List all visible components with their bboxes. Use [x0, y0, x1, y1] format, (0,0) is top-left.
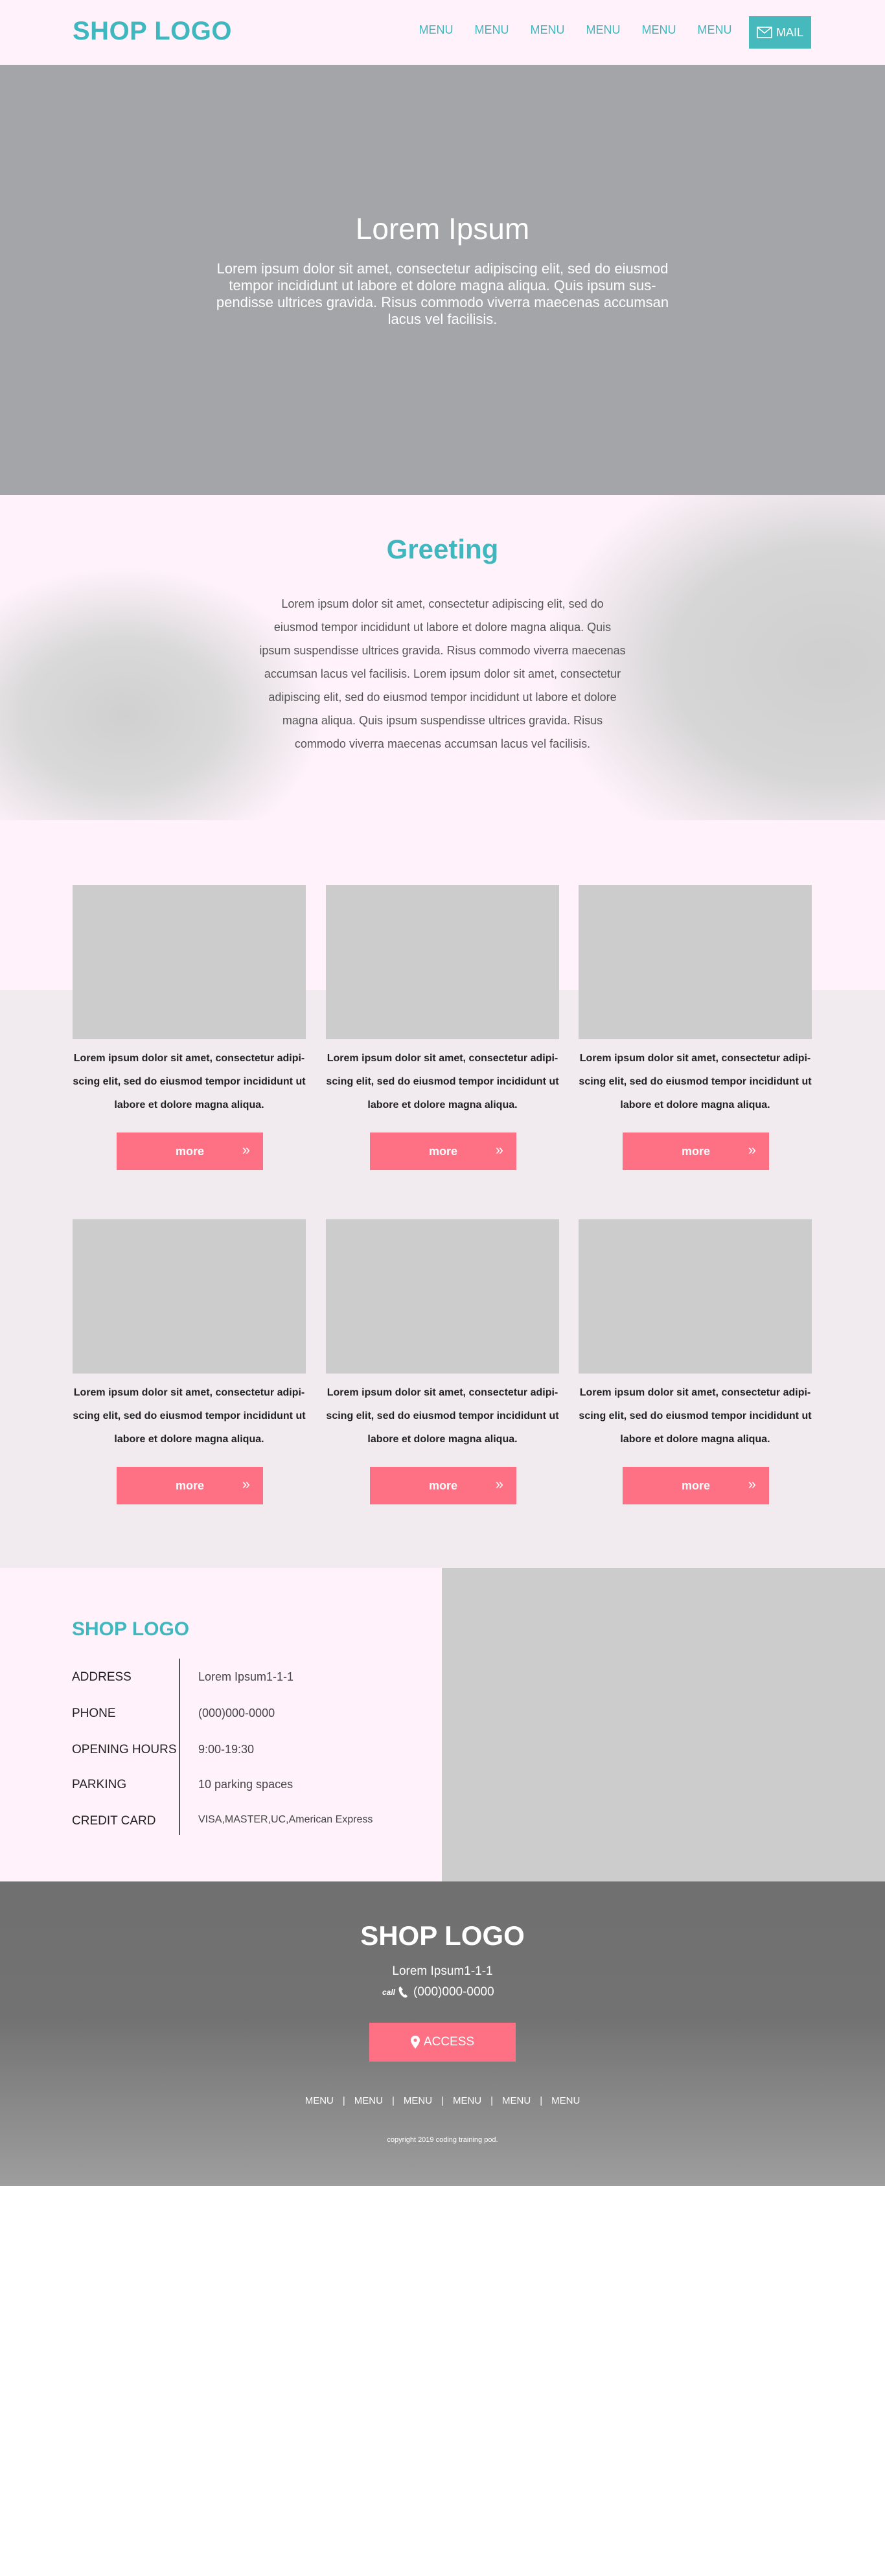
footer-phone[interactable]: call (000)000-0000: [382, 1985, 503, 1999]
shop-info-section: SHOP LOGO ADDRESS Lorem Ipsum1-1-1 PHONE…: [0, 1568, 442, 1881]
double-chevron-right-icon: »: [748, 1142, 756, 1158]
greeting-text: Lorem ipsum dolor sit amet, consectetur …: [259, 597, 626, 750]
access-label: ACCESS: [423, 2035, 475, 2049]
info-row-parking: PARKING 10 parking spaces: [72, 1778, 409, 1797]
info-row-hours: OPENING HOURS 9:00-19:30: [72, 1743, 409, 1762]
info-row-address: ADDRESS Lorem Ipsum1-1-1: [72, 1670, 409, 1690]
more-button[interactable]: more »: [117, 1467, 263, 1504]
info-label: CREDIT CARD: [72, 1814, 156, 1828]
info-label: ADDRESS: [72, 1670, 132, 1684]
card-text: Lorem ipsum dolor sit amet, consectetur …: [579, 1387, 812, 1445]
card-4: Lorem ipsum dolor sit amet, consectetur …: [73, 1219, 306, 1504]
mail-button[interactable]: MAIL: [749, 16, 811, 49]
card-2: Lorem ipsum dolor sit amet, consectetur …: [326, 885, 559, 1170]
info-label: PARKING: [72, 1778, 127, 1791]
nav-item-5[interactable]: MENU: [631, 23, 687, 37]
card-5: Lorem ipsum dolor sit amet, consectetur …: [326, 1219, 559, 1504]
call-label: call: [382, 1988, 396, 1997]
more-label: more: [175, 1144, 204, 1158]
main-nav: MENU MENU MENU MENU MENU MENU: [408, 23, 742, 37]
hero-title: Lorem Ipsum: [355, 212, 530, 246]
more-button[interactable]: more »: [623, 1467, 769, 1504]
info-value: Lorem Ipsum1-1-1: [198, 1670, 294, 1683]
nav-item-2[interactable]: MENU: [464, 23, 520, 37]
access-button[interactable]: ACCESS: [369, 2023, 516, 2062]
more-label: more: [681, 1144, 710, 1158]
footer-phone-number: (000)000-0000: [413, 1985, 494, 1999]
footer-nav-item-6[interactable]: MENU: [542, 2095, 589, 2106]
footer-logo[interactable]: SHOP LOGO: [0, 1920, 885, 1951]
phone-icon: [398, 1986, 408, 1998]
card-text: Lorem ipsum dolor sit amet, consectetur …: [326, 1387, 559, 1445]
hero-text: Lorem ipsum dolor sit amet, consectetur …: [216, 260, 669, 327]
shop-logo[interactable]: SHOP LOGO: [73, 17, 232, 46]
more-label: more: [428, 1144, 457, 1158]
more-label: more: [428, 1478, 457, 1492]
double-chevron-right-icon: »: [242, 1142, 250, 1158]
card-text: Lorem ipsum dolor sit amet, consectetur …: [73, 1053, 306, 1110]
hero-section: Lorem Ipsum Lorem ipsum dolor sit amet, …: [0, 65, 885, 495]
card-image: [579, 885, 812, 1039]
map-placeholder[interactable]: [442, 1568, 885, 1881]
greeting-section: Greeting Lorem ipsum dolor sit amet, con…: [0, 495, 885, 820]
more-button[interactable]: more »: [623, 1133, 769, 1170]
info-row-phone: PHONE (000)000-0000: [72, 1707, 409, 1726]
info-value: VISA,MASTER,UC,American Express: [198, 1814, 373, 1825]
footer-nav-item-4[interactable]: MENU: [444, 2095, 490, 2106]
info-value: 9:00-19:30: [198, 1743, 255, 1756]
more-button[interactable]: more »: [370, 1467, 516, 1504]
more-button[interactable]: more »: [370, 1133, 516, 1170]
card-image: [326, 1219, 559, 1374]
card-6: Lorem ipsum dolor sit amet, consectetur …: [579, 1219, 812, 1504]
info-label: PHONE: [72, 1707, 116, 1720]
shop-info-logo: SHOP LOGO: [72, 1618, 190, 1640]
card-image: [73, 1219, 306, 1374]
nav-item-1[interactable]: MENU: [408, 23, 464, 37]
double-chevron-right-icon: »: [495, 1476, 503, 1492]
info-value: 10 parking spaces: [198, 1778, 293, 1791]
footer-nav-item-3[interactable]: MENU: [395, 2095, 441, 2106]
more-button[interactable]: more »: [117, 1133, 263, 1170]
site-footer: SHOP LOGO Lorem Ipsum1-1-1 call (000)000…: [0, 1881, 885, 2186]
site-header: SHOP LOGO MENU MENU MENU MENU MENU MENU …: [0, 0, 885, 65]
card-3: Lorem ipsum dolor sit amet, consectetur …: [579, 885, 812, 1170]
double-chevron-right-icon: »: [242, 1476, 250, 1492]
info-row-credit-card: CREDIT CARD VISA,MASTER,UC,American Expr…: [72, 1814, 409, 1834]
card-image: [326, 885, 559, 1039]
card-text: Lorem ipsum dolor sit amet, consectetur …: [326, 1053, 559, 1110]
info-value: (000)000-0000: [198, 1707, 275, 1719]
copyright: copyright 2019 coding training pod.: [387, 2136, 498, 2144]
double-chevron-right-icon: »: [495, 1142, 503, 1158]
map-pin-icon: [410, 2036, 420, 2049]
mail-label: MAIL: [776, 25, 803, 39]
greeting-title: Greeting: [386, 534, 499, 564]
footer-address: Lorem Ipsum1-1-1: [392, 1964, 493, 1978]
footer-nav: MENU | MENU | MENU | MENU | MENU | MENU: [0, 2095, 885, 2106]
nav-item-6[interactable]: MENU: [687, 23, 742, 37]
card-image: [579, 1219, 812, 1374]
footer-nav-item-5[interactable]: MENU: [493, 2095, 540, 2106]
more-label: more: [175, 1478, 204, 1492]
card-1: Lorem ipsum dolor sit amet, consectetur …: [73, 885, 306, 1170]
nav-item-3[interactable]: MENU: [520, 23, 575, 37]
info-label: OPENING HOURS: [72, 1743, 177, 1756]
card-text: Lorem ipsum dolor sit amet, consectetur …: [579, 1053, 812, 1110]
card-text: Lorem ipsum dolor sit amet, consectetur …: [73, 1387, 306, 1445]
double-chevron-right-icon: »: [748, 1476, 756, 1492]
mail-icon: [757, 27, 772, 38]
footer-nav-item-1[interactable]: MENU: [296, 2095, 343, 2106]
nav-item-4[interactable]: MENU: [575, 23, 631, 37]
more-label: more: [681, 1478, 710, 1492]
footer-nav-item-2[interactable]: MENU: [345, 2095, 392, 2106]
card-image: [73, 885, 306, 1039]
